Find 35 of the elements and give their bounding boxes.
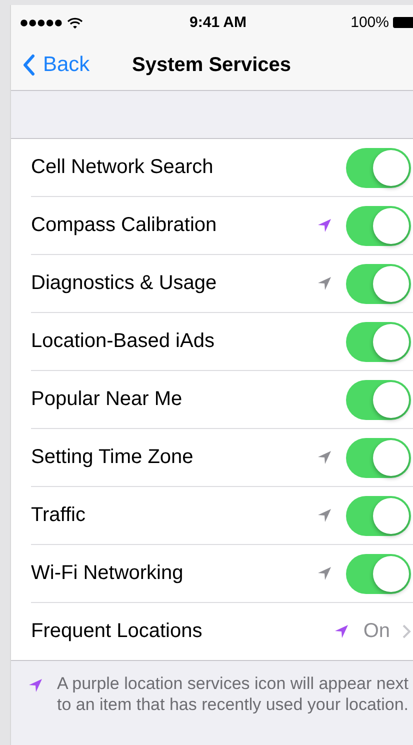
toggle-switch[interactable]: [346, 322, 411, 362]
battery-icon: [393, 17, 413, 28]
settings-row[interactable]: Traffic: [31, 487, 413, 545]
row-value: On: [363, 620, 390, 643]
status-time: 9:41 AM: [190, 14, 246, 31]
row-label: Cell Network Search: [31, 156, 214, 179]
toggle-switch[interactable]: [346, 148, 411, 188]
row-label: Popular Near Me: [31, 388, 182, 411]
settings-row[interactable]: Popular Near Me: [31, 371, 413, 429]
toggle-switch[interactable]: [346, 206, 411, 246]
wifi-icon: [67, 16, 83, 28]
settings-row[interactable]: Location-Based iAds: [31, 313, 413, 371]
row-label: Diagnostics & Usage: [31, 272, 217, 295]
row-label: Compass Calibration: [31, 214, 217, 237]
row-label: Location-Based iAds: [31, 330, 214, 353]
row-label: Traffic: [31, 504, 86, 527]
settings-row[interactable]: Cell Network Search: [31, 139, 413, 197]
row-label: Setting Time Zone: [31, 446, 194, 469]
footer-note: A purple location services icon will appear next to an item that has recently used your location.: [57, 673, 410, 715]
toggle-switch[interactable]: [346, 380, 411, 420]
row-label: Wi-Fi Networking: [31, 562, 184, 585]
settings-row[interactable]: Wi-Fi Networking: [31, 545, 413, 603]
settings-row[interactable]: Compass Calibration: [31, 197, 413, 255]
settings-row[interactable]: Diagnostics & Usage: [31, 255, 413, 313]
chevron-left-icon: [22, 54, 35, 76]
toggle-switch[interactable]: [346, 554, 411, 594]
settings-row[interactable]: Frequent Locations On: [31, 603, 413, 660]
toggle-switch[interactable]: [346, 496, 411, 536]
toggle-switch[interactable]: [346, 264, 411, 304]
signal-icon: [20, 18, 63, 26]
toggle-switch[interactable]: [346, 438, 411, 478]
row-label: Frequent Locations: [31, 620, 202, 643]
settings-row[interactable]: Setting Time Zone: [31, 429, 413, 487]
battery-percentage: 100%: [350, 14, 389, 31]
page-title: System Services: [132, 54, 292, 76]
